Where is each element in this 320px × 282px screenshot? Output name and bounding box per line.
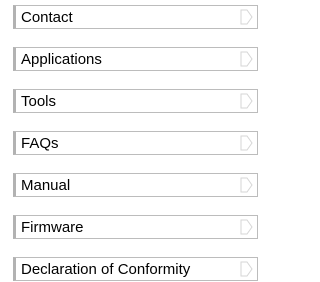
menu-item-applications[interactable]: Applications — [13, 47, 258, 71]
menu-item-label: Applications — [21, 51, 102, 68]
chevron-right-icon — [237, 92, 255, 110]
menu-item-declaration-of-conformity[interactable]: Declaration of Conformity — [13, 257, 258, 281]
menu-item-label: Contact — [21, 9, 73, 26]
chevron-right-icon — [237, 8, 255, 26]
menu-item-faqs[interactable]: FAQs — [13, 131, 258, 155]
chevron-right-icon — [237, 134, 255, 152]
chevron-right-icon — [237, 50, 255, 68]
menu-item-contact[interactable]: Contact — [13, 5, 258, 29]
chevron-right-icon — [237, 176, 255, 194]
menu-item-firmware[interactable]: Firmware — [13, 215, 258, 239]
menu-item-label: Manual — [21, 177, 71, 194]
menu-item-label: FAQs — [21, 135, 59, 152]
menu-item-manual[interactable]: Manual — [13, 173, 258, 197]
menu-item-label: Firmware — [21, 219, 84, 236]
menu-item-tools[interactable]: Tools — [13, 89, 258, 113]
menu-item-label: Tools — [21, 93, 57, 110]
chevron-right-icon — [237, 218, 255, 236]
chevron-right-icon — [237, 260, 255, 278]
menu-item-label: Declaration of Conformity — [21, 261, 191, 278]
